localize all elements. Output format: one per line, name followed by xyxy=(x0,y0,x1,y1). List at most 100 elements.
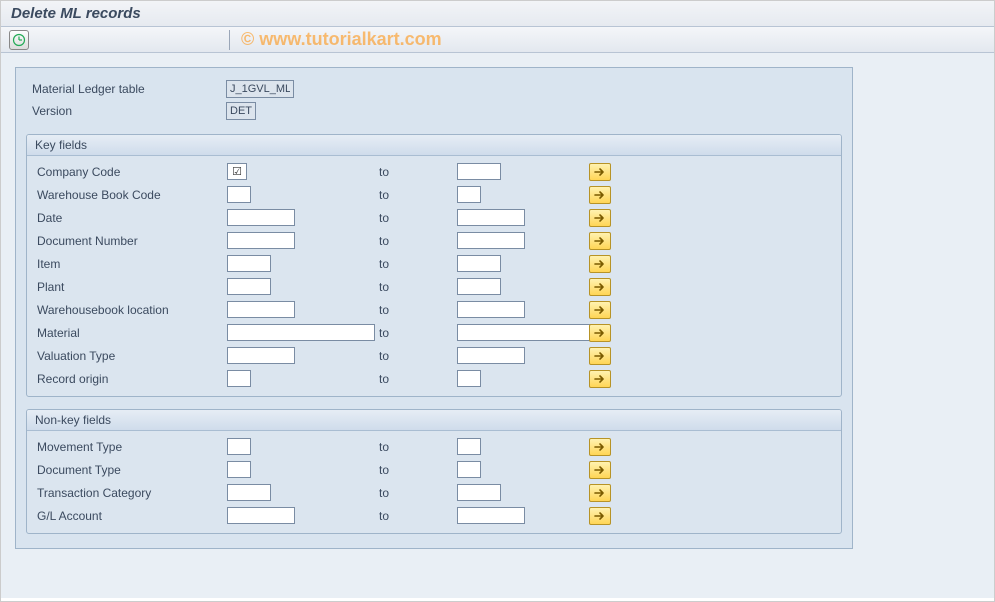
key-field-to-label: to xyxy=(377,349,457,363)
multiple-selection-button[interactable] xyxy=(589,507,611,525)
key-field-from-wrap xyxy=(227,209,377,226)
nonkey-field-row: Transaction Categoryto xyxy=(33,481,835,504)
arrow-right-icon xyxy=(594,282,606,292)
nonkey-field-row: Movement Typeto xyxy=(33,435,835,458)
key-field-row: Valuation Typeto xyxy=(33,344,835,367)
key-fields-body: Company Code☑toWarehouse Book CodetoDate… xyxy=(27,156,841,396)
key-field-from-check[interactable]: ☑ xyxy=(227,163,247,180)
nonkey-field-more-wrap xyxy=(589,507,619,525)
multiple-selection-button[interactable] xyxy=(589,324,611,342)
toolbar: © www.tutorialkart.com xyxy=(1,27,994,53)
multiple-selection-button[interactable] xyxy=(589,370,611,388)
arrow-right-icon xyxy=(594,236,606,246)
arrow-right-icon xyxy=(594,213,606,223)
key-field-label: Material xyxy=(33,326,227,340)
multiple-selection-button[interactable] xyxy=(589,484,611,502)
key-field-from-wrap: ☑ xyxy=(227,163,377,180)
key-field-from-input[interactable] xyxy=(227,324,375,341)
key-field-to-input[interactable] xyxy=(457,347,525,364)
nonkey-field-row: G/L Accountto xyxy=(33,504,835,527)
nonkey-field-to-wrap xyxy=(457,461,589,478)
key-field-from-input[interactable] xyxy=(227,255,271,272)
key-field-row: Record originto xyxy=(33,367,835,390)
key-field-to-wrap xyxy=(457,255,589,272)
key-field-to-wrap xyxy=(457,186,589,203)
arrow-right-icon xyxy=(594,351,606,361)
key-field-to-input[interactable] xyxy=(457,232,525,249)
multiple-selection-button[interactable] xyxy=(589,209,611,227)
key-field-more-wrap xyxy=(589,324,619,342)
nonkey-field-from-input[interactable] xyxy=(227,438,251,455)
key-field-to-wrap xyxy=(457,232,589,249)
key-field-to-input[interactable] xyxy=(457,163,501,180)
key-field-from-wrap xyxy=(227,324,377,341)
arrow-right-icon xyxy=(594,465,606,475)
key-field-label: Company Code xyxy=(33,165,227,179)
key-field-to-input[interactable] xyxy=(457,324,605,341)
key-field-to-input[interactable] xyxy=(457,301,525,318)
nonkey-field-to-input[interactable] xyxy=(457,507,525,524)
key-field-to-label: to xyxy=(377,257,457,271)
key-field-from-input[interactable] xyxy=(227,186,251,203)
material-ledger-input[interactable] xyxy=(226,80,294,98)
multiple-selection-button[interactable] xyxy=(589,163,611,181)
key-field-to-label: to xyxy=(377,280,457,294)
arrow-right-icon xyxy=(594,328,606,338)
nonkey-field-to-wrap xyxy=(457,507,589,524)
key-field-from-wrap xyxy=(227,278,377,295)
key-field-to-label: to xyxy=(377,303,457,317)
multiple-selection-button[interactable] xyxy=(589,255,611,273)
nonkey-field-from-wrap xyxy=(227,438,377,455)
nonkey-field-to-label: to xyxy=(377,486,457,500)
key-field-from-wrap xyxy=(227,232,377,249)
nonkey-field-to-wrap xyxy=(457,438,589,455)
nonkey-field-from-input[interactable] xyxy=(227,507,295,524)
key-field-to-input[interactable] xyxy=(457,278,501,295)
multiple-selection-button[interactable] xyxy=(589,278,611,296)
version-label: Version xyxy=(26,104,226,118)
key-field-from-wrap xyxy=(227,255,377,272)
nonkey-field-to-input[interactable] xyxy=(457,484,501,501)
arrow-right-icon xyxy=(594,488,606,498)
key-field-to-wrap xyxy=(457,324,589,341)
key-field-from-input[interactable] xyxy=(227,278,271,295)
key-field-to-input[interactable] xyxy=(457,209,525,226)
multiple-selection-button[interactable] xyxy=(589,186,611,204)
multiple-selection-button[interactable] xyxy=(589,438,611,456)
multiple-selection-button[interactable] xyxy=(589,232,611,250)
key-fields-group: Key fields Company Code☑toWarehouse Book… xyxy=(26,134,842,397)
nonkey-field-from-input[interactable] xyxy=(227,484,271,501)
key-field-label: Document Number xyxy=(33,234,227,248)
key-field-to-input[interactable] xyxy=(457,186,481,203)
key-field-from-input[interactable] xyxy=(227,209,295,226)
nonkey-field-from-wrap xyxy=(227,484,377,501)
nonkey-field-to-input[interactable] xyxy=(457,461,481,478)
version-input[interactable] xyxy=(226,102,256,120)
key-field-more-wrap xyxy=(589,255,619,273)
multiple-selection-button[interactable] xyxy=(589,347,611,365)
key-fields-title: Key fields xyxy=(27,135,841,156)
key-field-to-wrap xyxy=(457,301,589,318)
key-field-to-input[interactable] xyxy=(457,255,501,272)
key-field-from-input[interactable] xyxy=(227,301,295,318)
nonkey-field-to-input[interactable] xyxy=(457,438,481,455)
key-field-to-label: to xyxy=(377,165,457,179)
key-field-more-wrap xyxy=(589,186,619,204)
nonkey-field-to-wrap xyxy=(457,484,589,501)
execute-button[interactable] xyxy=(9,30,29,50)
key-field-label: Plant xyxy=(33,280,227,294)
nonkey-field-from-input[interactable] xyxy=(227,461,251,478)
multiple-selection-button[interactable] xyxy=(589,301,611,319)
key-field-from-input[interactable] xyxy=(227,370,251,387)
key-field-from-input[interactable] xyxy=(227,232,295,249)
multiple-selection-button[interactable] xyxy=(589,461,611,479)
key-field-to-wrap xyxy=(457,278,589,295)
key-field-to-input[interactable] xyxy=(457,370,481,387)
key-field-to-label: to xyxy=(377,211,457,225)
key-field-row: Document Numberto xyxy=(33,229,835,252)
key-field-row: Materialto xyxy=(33,321,835,344)
key-field-to-label: to xyxy=(377,188,457,202)
arrow-right-icon xyxy=(594,167,606,177)
key-field-from-input[interactable] xyxy=(227,347,295,364)
nonkey-field-label: G/L Account xyxy=(33,509,227,523)
